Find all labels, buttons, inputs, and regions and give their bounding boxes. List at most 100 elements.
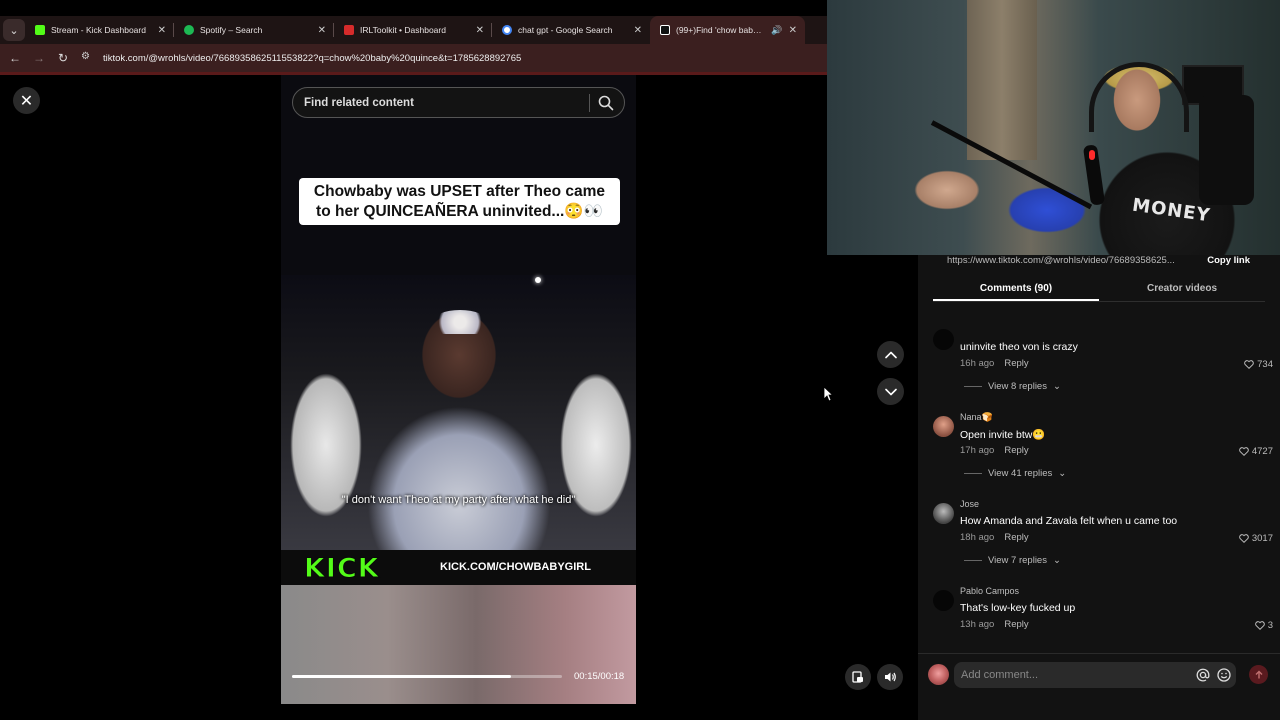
- like-button[interactable]: 734: [1244, 359, 1273, 370]
- tab-close-icon[interactable]: ✕: [476, 25, 484, 36]
- forward-arrow-icon[interactable]: →: [27, 51, 51, 65]
- comment-meta: 16h ago Reply: [960, 358, 1029, 369]
- add-comment-placeholder: Add comment...: [961, 669, 1039, 681]
- picture-in-picture-icon: [852, 671, 863, 683]
- search-icon[interactable]: [597, 94, 615, 112]
- like-count: 734: [1257, 359, 1273, 370]
- video-player[interactable]: Find related content Chowbaby was UPSET …: [281, 75, 636, 704]
- tab-list-dropdown-button[interactable]: ⌄: [3, 19, 25, 41]
- video-caption: Chowbaby was UPSET after Theo came to he…: [299, 178, 620, 225]
- browser-tabstrip: ⌄ Stream - Kick Dashboard ✕ Spotify – Se…: [0, 16, 828, 44]
- tab-close-icon[interactable]: ✕: [318, 25, 326, 36]
- comment-username[interactable]: Jose: [960, 499, 979, 509]
- volume-button[interactable]: [877, 664, 903, 690]
- headphones: [1089, 62, 1189, 132]
- avatar[interactable]: [933, 503, 954, 524]
- related-content-search[interactable]: Find related content: [292, 87, 625, 118]
- browser-tab-irltoolkit[interactable]: IRLToolkit • Dashboard ✕: [334, 16, 492, 44]
- comments-panel: https://www.tiktok.com/@wrohls/video/766…: [918, 255, 1280, 720]
- tab-title: (99+)Find 'chow baby quinc: [676, 25, 765, 35]
- kick-favicon-icon: [35, 25, 45, 35]
- avatar[interactable]: [933, 590, 954, 611]
- reply-button[interactable]: Reply: [1004, 445, 1028, 456]
- arrow-up-icon: [1255, 670, 1262, 678]
- tab-close-icon[interactable]: ✕: [634, 25, 642, 36]
- reply-button[interactable]: Reply: [1004, 358, 1028, 369]
- chevron-down-icon: ⌄: [1052, 555, 1061, 566]
- tab-creator-videos[interactable]: Creator videos: [1099, 278, 1265, 301]
- kick-url: KICK.COM/CHOWBABYGIRL: [440, 561, 591, 573]
- back-arrow-icon[interactable]: ←: [3, 51, 27, 65]
- spotify-favicon-icon: [184, 25, 194, 35]
- share-link-row: https://www.tiktok.com/@wrohls/video/766…: [939, 253, 1264, 267]
- tab-comments[interactable]: Comments (90): [933, 278, 1099, 301]
- address-bar[interactable]: ⚙ tiktok.com/@wrohls/video/7668935862511…: [81, 51, 521, 65]
- video-progress-bar[interactable]: [292, 675, 562, 678]
- emoji-icon[interactable]: [1216, 667, 1232, 683]
- tab-close-icon[interactable]: ✕: [158, 25, 166, 36]
- comment-time: 13h ago: [960, 619, 995, 630]
- tab-title: Spotify – Search: [200, 25, 263, 35]
- video-time: 00:15/00:18: [574, 671, 625, 682]
- comment-time: 17h ago: [960, 445, 995, 456]
- url-text[interactable]: tiktok.com/@wrohls/video/766893586251155…: [103, 53, 521, 64]
- like-button[interactable]: 4727: [1239, 446, 1273, 457]
- heart-icon: [1254, 621, 1265, 630]
- avatar: [928, 664, 949, 685]
- view-replies-button[interactable]: View 41 replies ⌄: [964, 468, 1066, 479]
- tab-title: chat gpt - Google Search: [518, 25, 613, 35]
- tab-title: Stream - Kick Dashboard: [51, 25, 146, 35]
- moon-light: [535, 277, 541, 283]
- like-button[interactable]: 3017: [1239, 533, 1273, 544]
- share-url[interactable]: https://www.tiktok.com/@wrohls/video/766…: [939, 255, 1207, 266]
- browser-tab-tiktok[interactable]: (99+)Find 'chow baby quinc 🔊 ✕: [650, 16, 805, 44]
- heart-icon: [1239, 447, 1249, 456]
- send-comment-button[interactable]: [1249, 665, 1268, 684]
- view-replies-button[interactable]: View 7 replies ⌄: [964, 555, 1061, 566]
- chevron-down-icon: ⌄: [1052, 381, 1061, 392]
- site-info-icon[interactable]: ⚙: [81, 51, 95, 65]
- add-comment-input[interactable]: Add comment...: [954, 662, 1236, 688]
- view-replies-button[interactable]: View 8 replies ⌄: [964, 381, 1061, 392]
- mini-player-button[interactable]: [845, 664, 871, 690]
- volume-icon: [885, 672, 896, 682]
- comment-meta: 13h ago Reply: [960, 619, 1029, 630]
- like-button[interactable]: 3: [1254, 620, 1273, 631]
- browser-tab-google[interactable]: chat gpt - Google Search ✕: [492, 16, 650, 44]
- reply-button[interactable]: Reply: [1004, 619, 1028, 630]
- like-count: 3017: [1251, 533, 1273, 544]
- speaker-icon[interactable]: 🔊: [771, 25, 782, 36]
- mention-icon[interactable]: [1195, 667, 1211, 683]
- heart-icon: [1244, 360, 1254, 369]
- chevron-down-icon: ⌄: [1058, 468, 1067, 479]
- view-replies-label: View 41 replies: [988, 468, 1053, 479]
- reply-button[interactable]: Reply: [1004, 532, 1028, 543]
- comment-time: 18h ago: [960, 532, 995, 543]
- next-video-button[interactable]: [877, 378, 904, 405]
- copy-link-button[interactable]: Copy link: [1207, 255, 1264, 266]
- avatar[interactable]: [933, 416, 954, 437]
- tab-close-icon[interactable]: ✕: [789, 25, 797, 36]
- blurred-video-area: [281, 585, 636, 704]
- reload-icon[interactable]: ↻: [51, 51, 75, 65]
- caption-line-1: Chowbaby was UPSET after Theo came: [313, 183, 606, 200]
- browser-tab-spotify[interactable]: Spotify – Search ✕: [174, 16, 334, 44]
- browser-toolbar: ← → ↻ ⚙ tiktok.com/@wrohls/video/7668935…: [0, 44, 828, 72]
- comment-username[interactable]: Pablo Campos: [960, 586, 1019, 596]
- search-placeholder: Find related content: [304, 96, 414, 109]
- webcam-overlay: MONEY: [827, 0, 1280, 255]
- google-favicon-icon: [502, 25, 512, 35]
- browser-tab-kick[interactable]: Stream - Kick Dashboard ✕: [25, 16, 174, 44]
- mouse-cursor-icon: [823, 386, 833, 402]
- close-video-button[interactable]: ✕: [13, 87, 40, 114]
- view-replies-label: View 7 replies: [988, 555, 1047, 566]
- avatar[interactable]: [933, 329, 954, 350]
- webcam-door: [967, 0, 1037, 160]
- like-count: 4727: [1251, 446, 1273, 457]
- tab-title: IRLToolkit • Dashboard: [360, 25, 446, 35]
- comment-username[interactable]: Nana🍞: [960, 412, 993, 423]
- tiktok-favicon-icon: [660, 25, 670, 35]
- like-count: 3: [1267, 620, 1273, 631]
- previous-video-button[interactable]: [877, 341, 904, 368]
- kick-banner: KICK KICK.COM/CHOWBABYGIRL: [281, 550, 636, 585]
